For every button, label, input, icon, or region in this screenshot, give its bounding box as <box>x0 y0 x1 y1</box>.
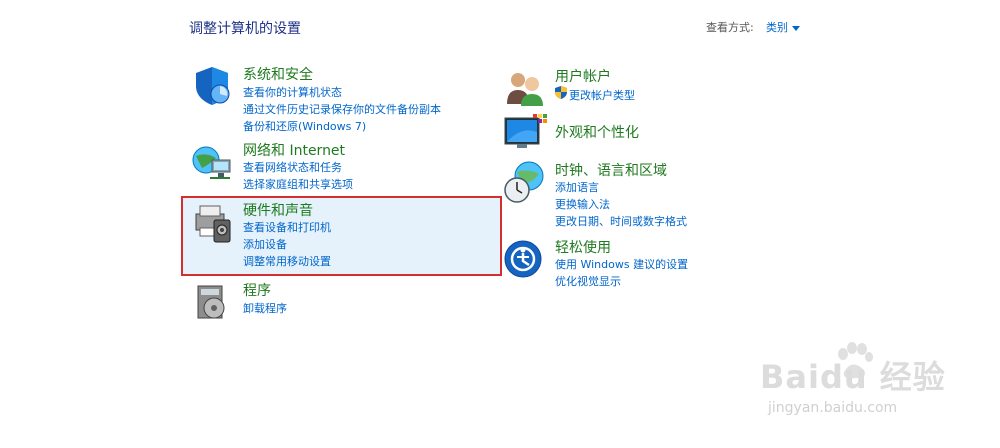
category-title[interactable]: 程序 <box>243 280 271 300</box>
category-title[interactable]: 系统和安全 <box>243 64 313 84</box>
category-title[interactable]: 外观和个性化 <box>555 122 639 142</box>
category-user-accounts: 用户帐户 更改帐户类型 <box>503 66 803 106</box>
category-title[interactable]: 轻松使用 <box>555 237 611 257</box>
link-network-status[interactable]: 查看网络状态和任务 <box>243 159 342 175</box>
link-mobility-settings[interactable]: 调整常用移动设置 <box>243 253 331 269</box>
link-add-device[interactable]: 添加设备 <box>243 236 287 252</box>
link-add-language[interactable]: 添加语言 <box>555 179 599 195</box>
printer-icon[interactable] <box>190 200 234 244</box>
clock-globe-icon[interactable] <box>503 160 547 204</box>
link-change-account-type[interactable]: 更改帐户类型 <box>569 87 635 103</box>
watermark-url: jingyan.baidu.com <box>768 400 898 416</box>
view-by-value[interactable]: 类别 <box>766 21 788 34</box>
watermark-main: Baidu 经验 <box>760 358 946 396</box>
chevron-down-icon[interactable] <box>792 25 800 31</box>
category-system-security: 系统和安全 查看你的计算机状态 通过文件历史记录保存你的文件备份副本 备份和还原… <box>190 64 490 134</box>
category-hardware-sound: 硬件和声音 查看设备和打印机 添加设备 调整常用移动设置 <box>190 200 490 270</box>
link-backup-restore[interactable]: 备份和还原(Windows 7) <box>243 118 366 134</box>
category-clock-language-region: 时钟、语言和区域 添加语言 更换输入法 更改日期、时间或数字格式 <box>503 160 803 230</box>
link-change-input-method[interactable]: 更换输入法 <box>555 196 610 212</box>
globe-network-icon[interactable] <box>190 140 234 184</box>
link-file-history-backup[interactable]: 通过文件历史记录保存你的文件备份副本 <box>243 101 441 117</box>
shield-icon[interactable] <box>190 64 234 108</box>
users-icon[interactable] <box>503 66 547 110</box>
uac-shield-icon <box>555 86 567 99</box>
category-title[interactable]: 用户帐户 <box>555 66 611 86</box>
view-by-label: 查看方式: <box>706 21 754 34</box>
category-network-internet: 网络和 Internet 查看网络状态和任务 选择家庭组和共享选项 <box>190 140 490 192</box>
view-by-dropdown[interactable]: 类别 <box>766 19 800 35</box>
link-view-computer-status[interactable]: 查看你的计算机状态 <box>243 84 342 100</box>
category-programs: 程序 卸载程序 <box>190 280 490 320</box>
programs-icon[interactable] <box>190 280 234 324</box>
link-uninstall-program[interactable]: 卸载程序 <box>243 300 287 316</box>
category-title[interactable]: 网络和 Internet <box>243 140 345 160</box>
link-optimize-visual-display[interactable]: 优化视觉显示 <box>555 273 621 289</box>
monitor-icon[interactable] <box>503 112 547 156</box>
category-ease-of-access: 轻松使用 使用 Windows 建议的设置 优化视觉显示 <box>503 237 803 289</box>
link-homegroup-sharing[interactable]: 选择家庭组和共享选项 <box>243 176 353 192</box>
page-title: 调整计算机的设置 <box>189 21 301 37</box>
baidu-jingyan-watermark: Baidu 经验 jingyan.baidu.com <box>760 342 960 432</box>
category-appearance: 外观和个性化 <box>503 112 803 156</box>
link-devices-printers[interactable]: 查看设备和打印机 <box>243 219 331 235</box>
category-title[interactable]: 硬件和声音 <box>243 200 313 220</box>
link-windows-recommended-settings[interactable]: 使用 Windows 建议的设置 <box>555 256 688 272</box>
link-date-time-format[interactable]: 更改日期、时间或数字格式 <box>555 213 687 229</box>
category-title[interactable]: 时钟、语言和区域 <box>555 160 667 180</box>
ease-of-access-icon[interactable] <box>503 237 547 281</box>
